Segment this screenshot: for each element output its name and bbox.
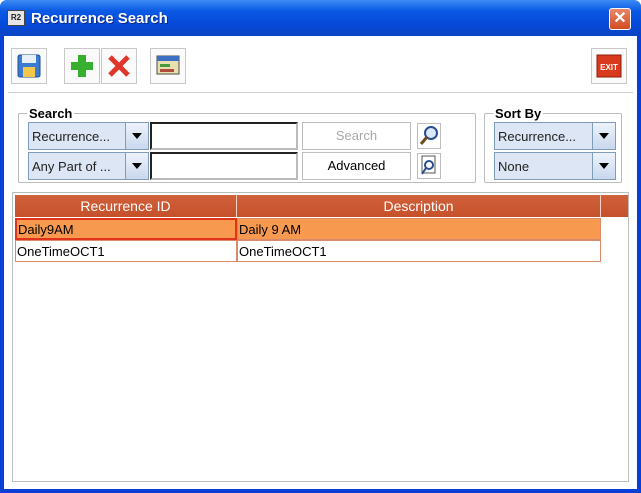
delete-button[interactable] — [101, 48, 137, 84]
add-button[interactable] — [64, 48, 100, 84]
delete-icon — [108, 55, 130, 77]
table-row[interactable]: OneTimeOCT1 OneTimeOCT1 — [15, 240, 601, 262]
match-type-combo-value: Any Part of ... — [32, 159, 111, 174]
search-group-label: Search — [27, 106, 75, 121]
cell-description[interactable]: Daily 9 AM — [237, 218, 601, 240]
sort-primary-value: Recurrence... — [498, 129, 577, 144]
exit-icon: EXIT — [596, 54, 622, 78]
view-icon — [156, 55, 180, 75]
svg-text:EXIT: EXIT — [600, 63, 618, 72]
cell-recurrence-id[interactable]: Daily9AM — [15, 218, 237, 240]
toolbar: EXIT — [4, 36, 637, 94]
view-button[interactable] — [150, 48, 186, 84]
chevron-down-icon — [125, 153, 148, 179]
cell-description[interactable]: OneTimeOCT1 — [237, 240, 601, 262]
save-icon — [17, 54, 41, 78]
search-input-secondary[interactable] — [150, 152, 298, 180]
search-field-combo[interactable]: Recurrence... — [28, 122, 149, 150]
search-group: Search Recurrence... Any Part of ... Sea… — [18, 106, 476, 183]
advanced-find-button[interactable] — [417, 153, 441, 179]
document-search-icon — [421, 155, 436, 175]
add-icon — [71, 55, 93, 77]
results-table: Recurrence ID Description Daily9AM Daily… — [12, 192, 629, 482]
toolbar-divider — [8, 92, 633, 93]
search-input[interactable] — [150, 122, 298, 150]
chevron-down-icon — [592, 123, 615, 149]
exit-button[interactable]: EXIT — [591, 48, 627, 84]
window: R2 Recurrence Search ✕ EXIT Search Recur… — [0, 0, 641, 493]
window-title: Recurrence Search — [31, 10, 168, 27]
table-row[interactable]: Daily9AM Daily 9 AM — [15, 218, 601, 240]
table-header: Recurrence ID Description — [15, 195, 628, 217]
chevron-down-icon — [125, 123, 148, 149]
chevron-down-icon — [592, 153, 615, 179]
search-field-combo-value: Recurrence... — [32, 129, 111, 144]
client-area: EXIT Search Recurrence... Any Part of ..… — [4, 36, 637, 489]
search-button[interactable]: Search — [302, 122, 411, 150]
sort-secondary-combo[interactable]: None — [494, 152, 616, 180]
magnifier-icon — [419, 126, 438, 145]
close-button[interactable]: ✕ — [609, 8, 631, 30]
app-icon: R2 — [7, 10, 25, 26]
match-type-combo[interactable]: Any Part of ... — [28, 152, 149, 180]
find-button[interactable] — [417, 123, 441, 149]
advanced-button[interactable]: Advanced — [302, 152, 411, 180]
sort-group-label: Sort By — [493, 106, 544, 121]
title-bar: R2 Recurrence Search ✕ — [0, 0, 641, 36]
sort-primary-combo[interactable]: Recurrence... — [494, 122, 616, 150]
sort-group: Sort By Recurrence... None — [484, 106, 622, 183]
column-header-recurrence-id[interactable]: Recurrence ID — [15, 195, 237, 217]
cell-recurrence-id[interactable]: OneTimeOCT1 — [15, 240, 237, 262]
column-header-description[interactable]: Description — [237, 195, 601, 217]
sort-secondary-value: None — [498, 159, 530, 174]
save-button[interactable] — [11, 48, 47, 84]
